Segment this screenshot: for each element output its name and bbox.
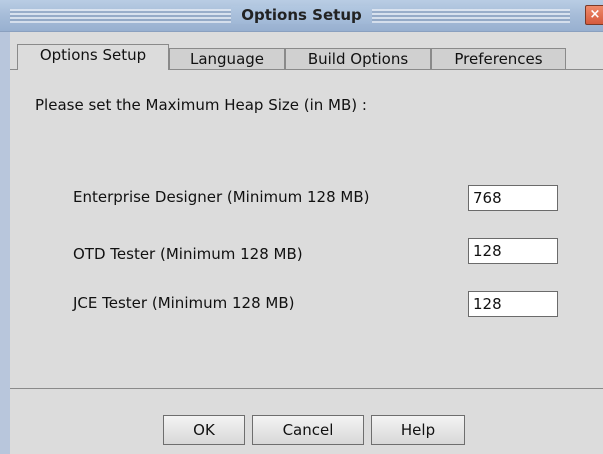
tab-strip: Options Setup Language Build Options Pre… <box>10 32 603 70</box>
tab-preferences[interactable]: Preferences <box>431 48 566 70</box>
close-icon: × <box>589 7 601 22</box>
jce-tester-heap-input[interactable] <box>468 291 558 317</box>
window-title: Options Setup <box>231 6 372 24</box>
tab-build-options[interactable]: Build Options <box>285 48 431 70</box>
options-setup-panel: Please set the Maximum Heap Size (in MB)… <box>10 69 603 389</box>
window-title-container: Options Setup <box>0 6 603 24</box>
dialog-button-bar: OK Cancel Help <box>10 389 603 454</box>
jce-tester-label: JCE Tester (Minimum 128 MB) <box>73 294 295 312</box>
otd-tester-heap-input[interactable] <box>468 238 558 264</box>
heap-size-prompt: Please set the Maximum Heap Size (in MB)… <box>35 96 367 114</box>
ok-button[interactable]: OK <box>163 415 245 445</box>
tab-options-setup[interactable]: Options Setup <box>17 44 169 70</box>
tab-language[interactable]: Language <box>169 48 285 70</box>
help-button[interactable]: Help <box>371 415 465 445</box>
close-button[interactable]: × <box>585 5 603 25</box>
enterprise-designer-label: Enterprise Designer (Minimum 128 MB) <box>73 188 370 206</box>
title-bar[interactable]: Options Setup × <box>0 0 603 32</box>
otd-tester-label: OTD Tester (Minimum 128 MB) <box>73 245 303 263</box>
cancel-button[interactable]: Cancel <box>252 415 364 445</box>
enterprise-designer-heap-input[interactable] <box>468 185 558 211</box>
